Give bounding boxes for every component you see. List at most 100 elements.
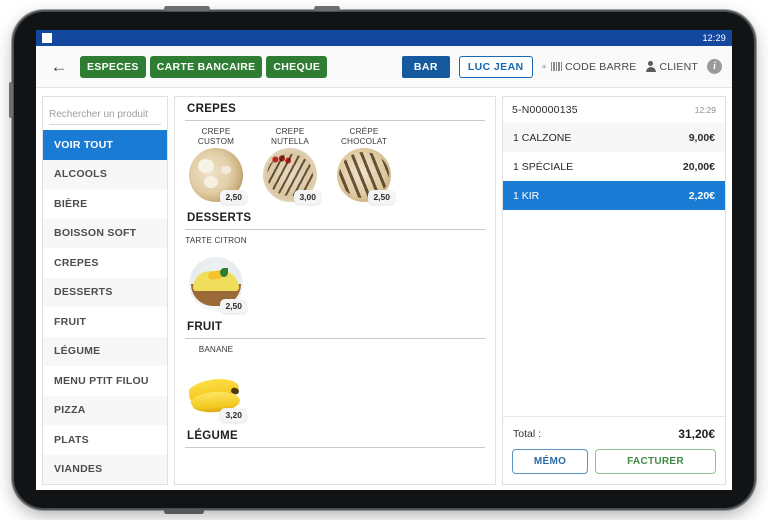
sidebar-item-voir-tout[interactable]: VOIR TOUT bbox=[43, 130, 167, 160]
sidebar-item-menu-ptit-filou[interactable]: MENU PTIT FILOU bbox=[43, 366, 167, 396]
screenshot-root: 12:29 ← ESPECES CARTE BANCAIRE CHEQUE BA… bbox=[0, 0, 768, 520]
plus-icon: + bbox=[541, 61, 548, 72]
section-title-crepes: CREPES bbox=[187, 103, 237, 115]
product-price-badge: 2,50 bbox=[220, 190, 247, 204]
ticket-line-amount: 9,00€ bbox=[688, 131, 715, 144]
product-name: CRÉPE CHOCOLAT bbox=[340, 127, 388, 146]
sidebar-item-desserts[interactable]: DESSERTS bbox=[43, 277, 167, 307]
total-amount: 31,20€ bbox=[678, 427, 715, 441]
toolbar-right-group: BAR LUC JEAN + CODE BARRE CLIENT i bbox=[401, 55, 722, 78]
location-chip-bar[interactable]: BAR bbox=[401, 55, 450, 78]
payment-button-carte-bancaire[interactable]: CARTE BANCAIRE bbox=[149, 55, 263, 78]
volume-button[interactable] bbox=[9, 82, 13, 118]
product-image-wrap: 3,00 bbox=[261, 148, 321, 204]
tablet-device-frame: 12:29 ← ESPECES CARTE BANCAIRE CHEQUE BA… bbox=[9, 6, 757, 514]
section-title-légume: LÉGUME bbox=[187, 430, 238, 442]
product-price-badge: 2,50 bbox=[220, 299, 247, 313]
product-image-wrap: 2,50 bbox=[187, 257, 247, 313]
payment-button-especes[interactable]: ESPECES bbox=[80, 55, 146, 78]
product-row: CREPE CUSTOM 2,50 CREPE NUTELLA 3,00 CRÉPE C… bbox=[185, 125, 485, 206]
sidebar-item-boisson-soft[interactable]: BOISSON SOFT bbox=[43, 218, 167, 248]
status-bar: 12:29 bbox=[36, 30, 732, 46]
code-barre-button[interactable]: + CODE BARRE bbox=[542, 61, 637, 73]
main-content: VOIR TOUTALCOOLSBIÈREBOISSON SOFTCREPESD… bbox=[36, 88, 732, 490]
sidebar-item-plats[interactable]: PLATS bbox=[43, 425, 167, 455]
secondary-top-button[interactable] bbox=[314, 6, 340, 11]
product-card[interactable]: TARTE CITRON 2,50 bbox=[185, 234, 247, 313]
payment-buttons-group: ESPECES CARTE BANCAIRE CHEQUE bbox=[80, 55, 328, 78]
person-icon bbox=[645, 61, 656, 72]
barcode-icon bbox=[551, 62, 563, 71]
product-card[interactable]: BANANE 3,20 bbox=[185, 343, 247, 422]
product-name: CREPE CUSTOM bbox=[197, 127, 235, 146]
ticket-line-label: 1 KIR bbox=[513, 189, 540, 202]
payment-button-cheque[interactable]: CHEQUE bbox=[266, 55, 328, 78]
product-price-badge: 3,00 bbox=[294, 190, 321, 204]
product-image-wrap: 3,20 bbox=[187, 366, 247, 422]
section-divider bbox=[185, 338, 485, 339]
clipped-price-badge bbox=[201, 96, 235, 97]
code-barre-label: CODE BARRE bbox=[565, 60, 637, 73]
ticket-panel: 5-N00000135 12:29 1 CALZONE 9,00€ 1 SPÉCIA… bbox=[502, 96, 726, 485]
tablet-screen: 12:29 ← ESPECES CARTE BANCAIRE CHEQUE BA… bbox=[36, 30, 732, 490]
section-divider bbox=[185, 229, 485, 230]
ticket-line-label: 1 CALZONE bbox=[513, 131, 572, 144]
product-grid-panel: CREPES CREPE CUSTOM 2,50 CREPE NUTELLA 3,00 C… bbox=[174, 96, 496, 485]
ticket-line[interactable]: 1 SPÉCIALE 20,00€ bbox=[503, 152, 725, 181]
sidebar-item-l-gume[interactable]: LÉGUME bbox=[43, 336, 167, 366]
product-name: BANANE bbox=[198, 345, 234, 354]
app-indicator-icon bbox=[42, 33, 52, 43]
search-input[interactable] bbox=[49, 107, 161, 125]
ticket-line-amount: 2,20€ bbox=[688, 189, 715, 202]
product-name: TARTE CITRON bbox=[185, 236, 247, 245]
berry-decoration bbox=[271, 154, 293, 165]
sidebar-item-pizza[interactable]: PIZZA bbox=[43, 395, 167, 425]
power-button[interactable] bbox=[164, 6, 210, 11]
section-divider bbox=[185, 120, 485, 121]
ticket-time: 12:29 bbox=[694, 105, 716, 115]
product-card[interactable]: CREPE CUSTOM 2,50 bbox=[185, 125, 247, 204]
section-divider bbox=[185, 447, 485, 448]
clipped-price-badge bbox=[283, 96, 317, 97]
ticket-header: 5-N00000135 12:29 bbox=[503, 97, 725, 123]
ticket-line-label: 1 SPÉCIALE bbox=[513, 160, 574, 173]
ticket-total-row: Total : 31,20€ bbox=[503, 416, 725, 449]
ticket-line-amount: 20,00€ bbox=[682, 160, 715, 173]
client-button[interactable]: CLIENT bbox=[645, 61, 698, 73]
product-price-badge: 2,50 bbox=[368, 190, 395, 204]
category-list: VOIR TOUT ALCOOLS BIÈRE BOISSON SOFT CREPES D… bbox=[43, 130, 167, 484]
ticket-number: 5-N00000135 bbox=[512, 104, 578, 116]
sidebar-item-bi-re[interactable]: BIÈRE bbox=[43, 189, 167, 219]
product-row: BANANE 3,20 bbox=[185, 343, 485, 424]
section-title-fruit: FRUIT bbox=[187, 321, 223, 333]
product-scroll-area[interactable]: CREPES CREPE CUSTOM 2,50 CREPE NUTELLA 3,00 C… bbox=[175, 96, 495, 484]
sidebar-item-alcools[interactable]: ALCOOLS bbox=[43, 159, 167, 189]
product-row: TARTE CITRON 2,50 bbox=[185, 234, 485, 315]
info-icon[interactable]: i bbox=[707, 59, 722, 74]
category-sidebar: VOIR TOUTALCOOLSBIÈREBOISSON SOFTCREPESD… bbox=[42, 96, 168, 485]
ticket-line[interactable]: 1 CALZONE 9,00€ bbox=[503, 123, 725, 152]
status-bar-clock: 12:29 bbox=[702, 33, 726, 43]
sidebar-item-fruit[interactable]: FRUIT bbox=[43, 307, 167, 337]
product-image-wrap: 2,50 bbox=[187, 148, 247, 204]
product-name: CREPE NUTELLA bbox=[271, 127, 309, 146]
section-title-desserts: DESSERTS bbox=[187, 212, 252, 224]
product-card[interactable]: CREPE NUTELLA 3,00 bbox=[259, 125, 321, 204]
total-label: Total : bbox=[513, 428, 542, 440]
product-card[interactable]: CRÉPE CHOCOLAT 2,50 bbox=[333, 125, 395, 204]
memo-button[interactable]: MÉMO bbox=[512, 449, 588, 474]
ticket-actions: MÉMO FACTURER bbox=[503, 449, 725, 484]
sidebar-item-crepes[interactable]: CREPES bbox=[43, 248, 167, 278]
user-chip-luc-jean[interactable]: LUC JEAN bbox=[458, 55, 533, 78]
ticket-line[interactable]: 1 KIR 2,20€ bbox=[503, 181, 725, 210]
facturer-button[interactable]: FACTURER bbox=[595, 449, 716, 474]
app-toolbar: ← ESPECES CARTE BANCAIRE CHEQUE BAR LUC … bbox=[36, 46, 732, 88]
bottom-port bbox=[164, 509, 204, 514]
search-container bbox=[43, 97, 167, 130]
product-price-badge: 3,20 bbox=[220, 408, 247, 422]
back-arrow-icon[interactable]: ← bbox=[46, 54, 72, 80]
product-image-wrap: 2,50 bbox=[335, 148, 395, 204]
sidebar-item-viandes[interactable]: VIANDES bbox=[43, 454, 167, 484]
ticket-lines: 1 CALZONE 9,00€ 1 SPÉCIALE 20,00€ 1 KIR 2,20€ bbox=[503, 123, 725, 416]
client-label: CLIENT bbox=[659, 60, 698, 73]
